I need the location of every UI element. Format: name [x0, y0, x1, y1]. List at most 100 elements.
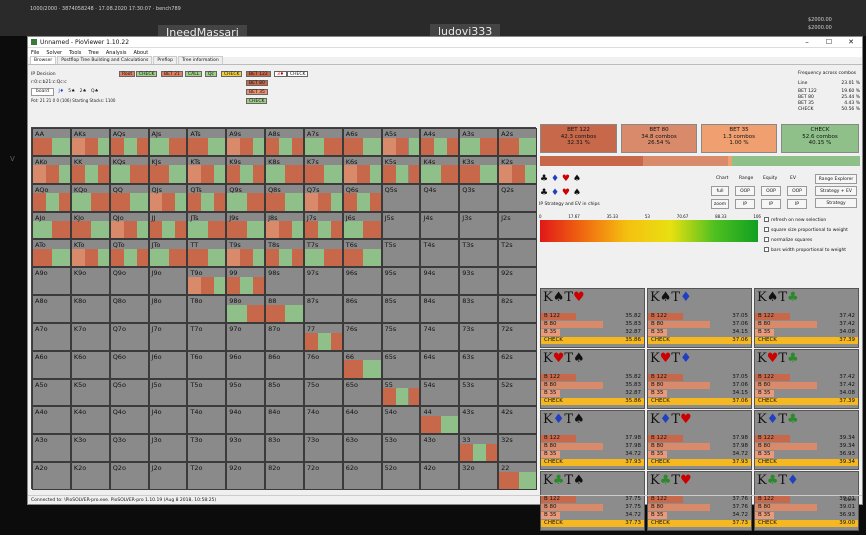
hand-cell[interactable]: 53s	[459, 378, 499, 407]
hand-cell[interactable]: 53o	[381, 434, 421, 463]
hand-cell[interactable]: 76s	[342, 322, 382, 351]
hand-cell[interactable]: 75o	[303, 378, 343, 407]
hand-cell[interactable]: 65s	[381, 350, 421, 379]
menu-tree[interactable]: Tree	[88, 50, 98, 56]
action-box-bet80[interactable]: BET 80 34.8 combos 26.54 %	[621, 124, 697, 153]
hand-cell[interactable]: ATo	[32, 239, 71, 268]
hand-cell[interactable]: KJs	[148, 155, 188, 184]
hand-cell[interactable]: A7s	[303, 128, 343, 156]
hand-cell[interactable]: KQs	[109, 155, 149, 184]
hand-cell[interactable]: K8o	[70, 295, 110, 323]
hand-cell[interactable]: T6s	[342, 239, 382, 268]
hand-cell[interactable]: 88	[265, 295, 304, 323]
hand-cell[interactable]: 87s	[303, 295, 343, 323]
action-box-check[interactable]: CHECK 52.6 combos 40.15 %	[781, 124, 859, 153]
hand-cell[interactable]: 22	[498, 462, 537, 490]
hand-cell[interactable]: Q9o	[109, 267, 149, 296]
hand-cell[interactable]: 93o	[226, 434, 266, 463]
hand-cell[interactable]: T2o	[187, 462, 227, 490]
hand-cell[interactable]: 43o	[420, 434, 460, 463]
hand-cell[interactable]: K9o	[70, 267, 110, 296]
hand-cell[interactable]: T5s	[381, 239, 421, 268]
hand-cell[interactable]: Q8s	[265, 183, 304, 212]
hand-cell[interactable]: A5s	[381, 128, 421, 156]
refresh-checkbox[interactable]: refresh on new selection	[764, 217, 826, 223]
hand-cell[interactable]: Q3o	[109, 434, 149, 463]
hand-cell[interactable]: A8s	[265, 128, 304, 156]
suit-filter-club-2[interactable]: ♣	[540, 188, 548, 198]
hand-cell[interactable]: 73o	[303, 434, 343, 463]
hand-cell[interactable]: 77	[303, 322, 343, 351]
hand-cell[interactable]: 99	[226, 267, 266, 296]
hand-cell[interactable]: K8s	[265, 155, 304, 184]
hand-cell[interactable]: 73s	[459, 322, 499, 351]
hand-cell[interactable]: 95o	[226, 378, 266, 407]
tab-browser[interactable]: Browser	[30, 56, 57, 64]
hand-cell[interactable]: 92s	[498, 267, 537, 296]
hand-cell[interactable]: J2s	[498, 211, 537, 240]
hand-cell[interactable]: J2o	[148, 462, 188, 490]
menu-about[interactable]: About	[133, 50, 148, 56]
hand-cell[interactable]: J4s	[420, 211, 460, 240]
hand-cell[interactable]: 63o	[342, 434, 382, 463]
hand-cell[interactable]: A9o	[32, 267, 71, 296]
hand-cell[interactable]: K4o	[70, 406, 110, 435]
hand-cell[interactable]: K5o	[70, 378, 110, 407]
hand-cell[interactable]: 85s	[381, 295, 421, 323]
hand-cell[interactable]: KQo	[70, 183, 110, 212]
hand-cell[interactable]: Q5s	[381, 183, 421, 212]
hand-cell[interactable]: A5o	[32, 378, 71, 407]
hand-cell[interactable]: 84o	[265, 406, 304, 435]
hand-cell[interactable]: Q7s	[303, 183, 343, 212]
check4-button[interactable]: CHECK	[246, 98, 268, 104]
hand-cell[interactable]: AKs	[70, 128, 110, 156]
hand-cell[interactable]: 33	[459, 434, 499, 463]
hand-cell[interactable]: 83s	[459, 295, 499, 323]
hand-cell[interactable]: T8s	[265, 239, 304, 268]
hand-cell[interactable]: A7o	[32, 322, 71, 351]
hand-cell[interactable]: 66	[342, 350, 382, 379]
hand-cell[interactable]: 72o	[303, 462, 343, 490]
hand-cell[interactable]: T8o	[187, 295, 227, 323]
hand-cell[interactable]: K7s	[303, 155, 343, 184]
hand-cell[interactable]: J8s	[265, 211, 304, 240]
hand-cell[interactable]: 74o	[303, 406, 343, 435]
hand-cell[interactable]: QJs	[148, 183, 188, 212]
hand-cell[interactable]: 82o	[265, 462, 304, 490]
hand-cell[interactable]: 83o	[265, 434, 304, 463]
hand-cell[interactable]: 92o	[226, 462, 266, 490]
hand-cell[interactable]: J4o	[148, 406, 188, 435]
suit-filter-club[interactable]: ♣	[540, 174, 548, 184]
combo-card[interactable]: K♠T♦ B 122 37.05 B 80 37.06 B 35 34.15 CHECK 37.…	[647, 288, 752, 348]
square-size-checkbox[interactable]: square size proportional to weight	[764, 227, 848, 233]
hand-cell[interactable]: 54o	[381, 406, 421, 435]
combo-card[interactable]: K♥T♣ B 122 37.42 B 80 37.42 B 35 34.08 CHECK 37.…	[754, 349, 859, 409]
hand-cell[interactable]: 96o	[226, 350, 266, 379]
hand-cell[interactable]: QTo	[109, 239, 149, 268]
menu-file[interactable]: File	[31, 50, 39, 56]
hand-cell[interactable]: Q6s	[342, 183, 382, 212]
suit-filter-spade[interactable]: ♠	[573, 174, 581, 184]
hand-cell[interactable]: QJo	[109, 211, 149, 240]
combo-card[interactable]: K♦T♥ B 122 37.98 B 80 37.98 B 35 34.72 CHECK 37.…	[647, 410, 752, 470]
hand-cell[interactable]: T2s	[498, 239, 537, 268]
hand-cell[interactable]: K7o	[70, 322, 110, 351]
hand-cell[interactable]: ATs	[187, 128, 227, 156]
call-button[interactable]: CALL	[185, 71, 203, 77]
full-button[interactable]: full	[711, 186, 729, 196]
combo-card[interactable]: K♠T♣ B 122 37.42 B 80 37.42 B 35 34.08 CHECK 37.…	[754, 288, 859, 348]
hand-cell[interactable]: A2s	[498, 128, 537, 156]
hand-cell[interactable]: AKo	[32, 155, 71, 184]
hand-cell[interactable]: 97o	[226, 322, 266, 351]
equity-ip-button[interactable]: IP	[761, 199, 781, 209]
hand-cell[interactable]: T9s	[226, 239, 266, 268]
hand-cell[interactable]: J3s	[459, 211, 499, 240]
hand-cell[interactable]: AA	[32, 128, 71, 156]
tab-preflop[interactable]: Preflop	[153, 56, 177, 64]
hand-cell[interactable]: T5o	[187, 378, 227, 407]
hand-cell[interactable]: 52o	[381, 462, 421, 490]
hand-cell[interactable]: 72s	[498, 322, 537, 351]
strategy-ev-button[interactable]: Strategy + EV	[815, 186, 857, 196]
range-ip-button[interactable]: IP	[735, 199, 755, 209]
hand-cell[interactable]: 82s	[498, 295, 537, 323]
